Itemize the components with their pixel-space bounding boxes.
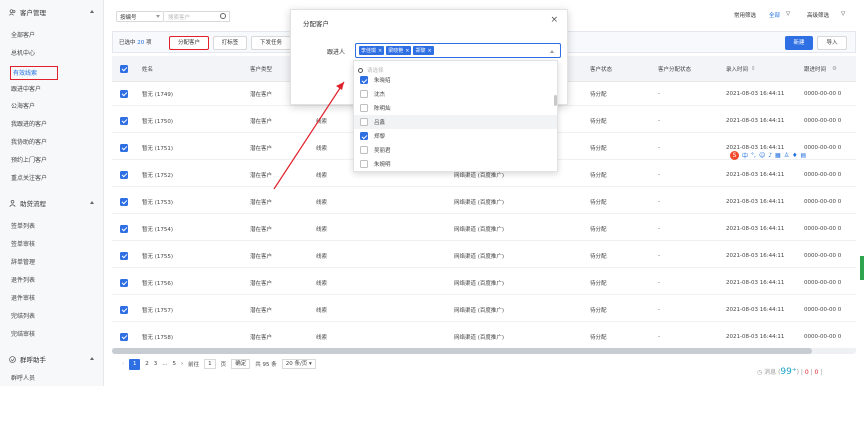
ime-toolbar[interactable]: S 中 °, ☺ ♪ ▦ ♙ ♦ ▤ bbox=[730, 150, 806, 161]
punctuation-icon[interactable]: °, bbox=[751, 152, 756, 159]
user-icon[interactable]: ♙ bbox=[784, 152, 789, 159]
sogou-logo-icon: S bbox=[730, 151, 739, 160]
side-tab[interactable] bbox=[860, 256, 864, 280]
annotation-arrow bbox=[273, 81, 345, 190]
mic-icon[interactable]: ♪ bbox=[768, 152, 772, 159]
ime-mode-label[interactable]: 中 bbox=[742, 151, 748, 160]
keyboard-icon[interactable]: ▦ bbox=[775, 152, 781, 159]
skin-icon[interactable]: ♦ bbox=[792, 152, 797, 159]
menu-icon[interactable]: ▤ bbox=[801, 152, 807, 159]
emoji-icon[interactable]: ☺ bbox=[759, 152, 765, 159]
app-window: 客户管理 全部客户 总机中心 有效线索 跟进中客户 公海客户 我跟进的客户 我协… bbox=[0, 0, 864, 386]
